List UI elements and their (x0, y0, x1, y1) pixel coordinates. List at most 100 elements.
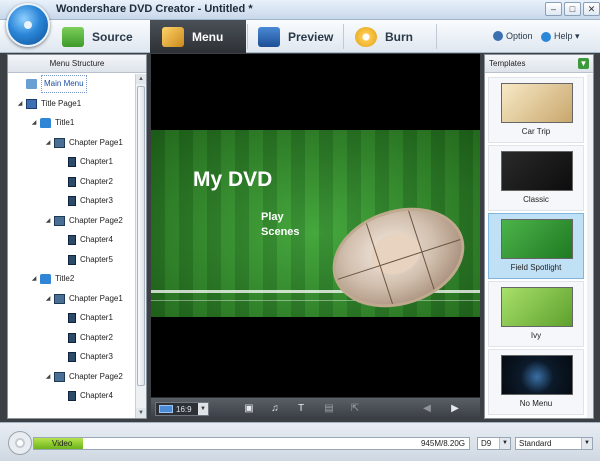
copy-icon[interactable]: ▤ (323, 403, 335, 414)
folder-icon (40, 118, 51, 128)
window-title: Wondershare DVD Creator - Untitled * (56, 3, 253, 15)
help-link[interactable]: Help ▾ (541, 31, 580, 42)
template-thumbnail (501, 83, 573, 123)
text-icon[interactable]: T (295, 403, 307, 414)
capacity-size: 945M/8.20G (420, 439, 465, 448)
app-logo-icon[interactable] (6, 3, 50, 47)
preview-icon (258, 26, 280, 47)
background-image: My DVD Play Scenes (151, 130, 480, 317)
tree-item[interactable]: ◢ Title1 (30, 115, 74, 131)
template-classic[interactable]: Classic (488, 145, 584, 211)
back-arrow-icon[interactable]: ◀ (421, 403, 433, 414)
nav-divider (247, 24, 248, 49)
tree-item[interactable]: Chapter2 (58, 174, 113, 190)
tree-item[interactable]: ◢ Chapter Page2 (44, 213, 123, 229)
tree-item[interactable]: ◢ Chapter Page2 (44, 369, 123, 385)
aspect-ratio-value: 16:9 (176, 404, 192, 414)
expand-toggle-icon[interactable]: ◢ (44, 213, 52, 229)
maximize-button[interactable]: □ (564, 2, 581, 16)
quality-select[interactable]: Standard ▼ (515, 437, 593, 450)
chapter-icon (68, 391, 76, 401)
tree-item[interactable]: Chapter1 (58, 310, 113, 326)
help-icon (541, 31, 551, 42)
music-icon[interactable]: ♫ (269, 403, 281, 414)
tree-item-label: Chapter5 (80, 254, 113, 264)
tree-item-label: Chapter1 (80, 157, 113, 166)
chevron-down-icon: ▼ (499, 438, 510, 449)
expand-toggle-icon[interactable]: ◢ (44, 369, 52, 385)
workspace: Menu Structure Main Menu ◢ Title Page1 ◢ Tit… (5, 54, 595, 422)
tree-item[interactable]: ◢ Chapter Page1 (44, 135, 123, 151)
tab-source-label: Source (92, 29, 133, 44)
tree-item[interactable]: ◢ Title2 (30, 271, 74, 287)
tree-item[interactable]: Chapter5 (58, 252, 113, 268)
chapter-icon (68, 196, 76, 206)
play-scenes-button[interactable]: Play Scenes (261, 210, 321, 240)
chevron-down-icon: ▼ (581, 438, 592, 449)
expand-toggle-icon[interactable]: ◢ (44, 135, 52, 151)
folder-icon (40, 274, 51, 284)
forward-arrow-icon[interactable]: ▶ (449, 403, 461, 414)
tree-item[interactable]: ◢ Title Page1 (16, 96, 81, 112)
tree-item-label: Title1 (55, 118, 75, 127)
menu-preview: My DVD Play Scenes (151, 54, 480, 397)
tree-item[interactable]: Chapter3 (58, 193, 113, 209)
template-car-trip[interactable]: Car Trip (488, 77, 584, 143)
chapter-icon (68, 332, 76, 343)
export-icon[interactable]: ⇱ (349, 403, 361, 414)
film-icon (54, 137, 65, 148)
tree-item-label: Chapter4 (80, 235, 113, 244)
expand-toggle-icon[interactable]: ◢ (16, 96, 24, 112)
thumbnail-icon[interactable]: ▣ (243, 403, 255, 414)
aspect-ratio-select[interactable]: 16:9 ▼ (155, 402, 209, 416)
tab-preview[interactable]: Preview (250, 20, 342, 53)
menu-structure-header: Menu Structure (8, 55, 146, 73)
tree-item-label: Chapter Page2 (69, 371, 123, 381)
templates-panel: Templates ▼ Car Trip Classic Field Spotl… (484, 54, 594, 419)
template-no-menu[interactable]: No Menu (488, 349, 584, 415)
menu-structure-panel: Menu Structure Main Menu ◢ Title Page1 ◢ Tit… (7, 54, 147, 419)
minimize-button[interactable]: – (545, 2, 562, 16)
main-nav: Source Menu Preview Burn Option Help ▾ (0, 20, 600, 53)
tree-item[interactable]: Main Menu (16, 75, 87, 93)
tree-item[interactable]: Chapter2 (58, 330, 113, 346)
menu-tree-scrollbar[interactable]: ▲ ▼ (135, 74, 146, 418)
expand-toggle-icon[interactable]: ◢ (30, 115, 38, 131)
tab-burn-label: Burn (385, 29, 413, 44)
dvd-title-text[interactable]: My DVD (193, 168, 272, 192)
tree-item-label: Chapter3 (80, 352, 113, 361)
scroll-up-icon[interactable]: ▲ (136, 74, 146, 84)
close-button[interactable]: ✕ (583, 2, 600, 16)
disc-type-value: D9 (481, 439, 492, 448)
tree-item[interactable]: ◢ Chapter Page1 (44, 291, 123, 307)
scroll-down-icon[interactable]: ▼ (136, 408, 146, 418)
tree-item-label: Chapter2 (80, 332, 113, 342)
template-thumbnail (501, 151, 573, 191)
tree-item[interactable]: Chapter3 (58, 349, 113, 365)
nav-divider (436, 24, 437, 49)
download-icon[interactable]: ▼ (578, 58, 589, 69)
expand-toggle-icon[interactable]: ◢ (30, 271, 38, 287)
tree-item[interactable]: Chapter4 (58, 232, 113, 248)
template-ivy[interactable]: Ivy (488, 281, 584, 347)
expand-toggle-icon[interactable]: ◢ (44, 291, 52, 307)
template-label: Field Spotlight (510, 263, 562, 272)
menu-tree: Main Menu ◢ Title Page1 ◢ Title1 ◢ Chapter Pag… (8, 74, 136, 418)
tab-source[interactable]: Source (62, 20, 150, 53)
tree-item[interactable]: Chapter4 (58, 388, 113, 404)
tab-menu[interactable]: Menu (150, 20, 246, 53)
film-icon (54, 293, 65, 304)
tab-preview-label: Preview (288, 29, 334, 44)
template-label: No Menu (519, 399, 553, 408)
chapter-icon (68, 313, 76, 323)
option-link[interactable]: Option (493, 31, 533, 41)
tree-item-label: Chapter2 (80, 176, 113, 186)
tree-item[interactable]: Chapter1 (58, 154, 113, 170)
disc-type-select[interactable]: D9 ▼ (477, 437, 511, 450)
option-label: Option (506, 31, 533, 41)
scrollbar-thumb[interactable] (137, 86, 145, 386)
templates-scrollbar[interactable] (587, 74, 593, 418)
chapter-icon (68, 254, 76, 265)
template-field-spotlight[interactable]: Field Spotlight (488, 213, 584, 279)
tab-burn[interactable]: Burn (345, 20, 435, 53)
